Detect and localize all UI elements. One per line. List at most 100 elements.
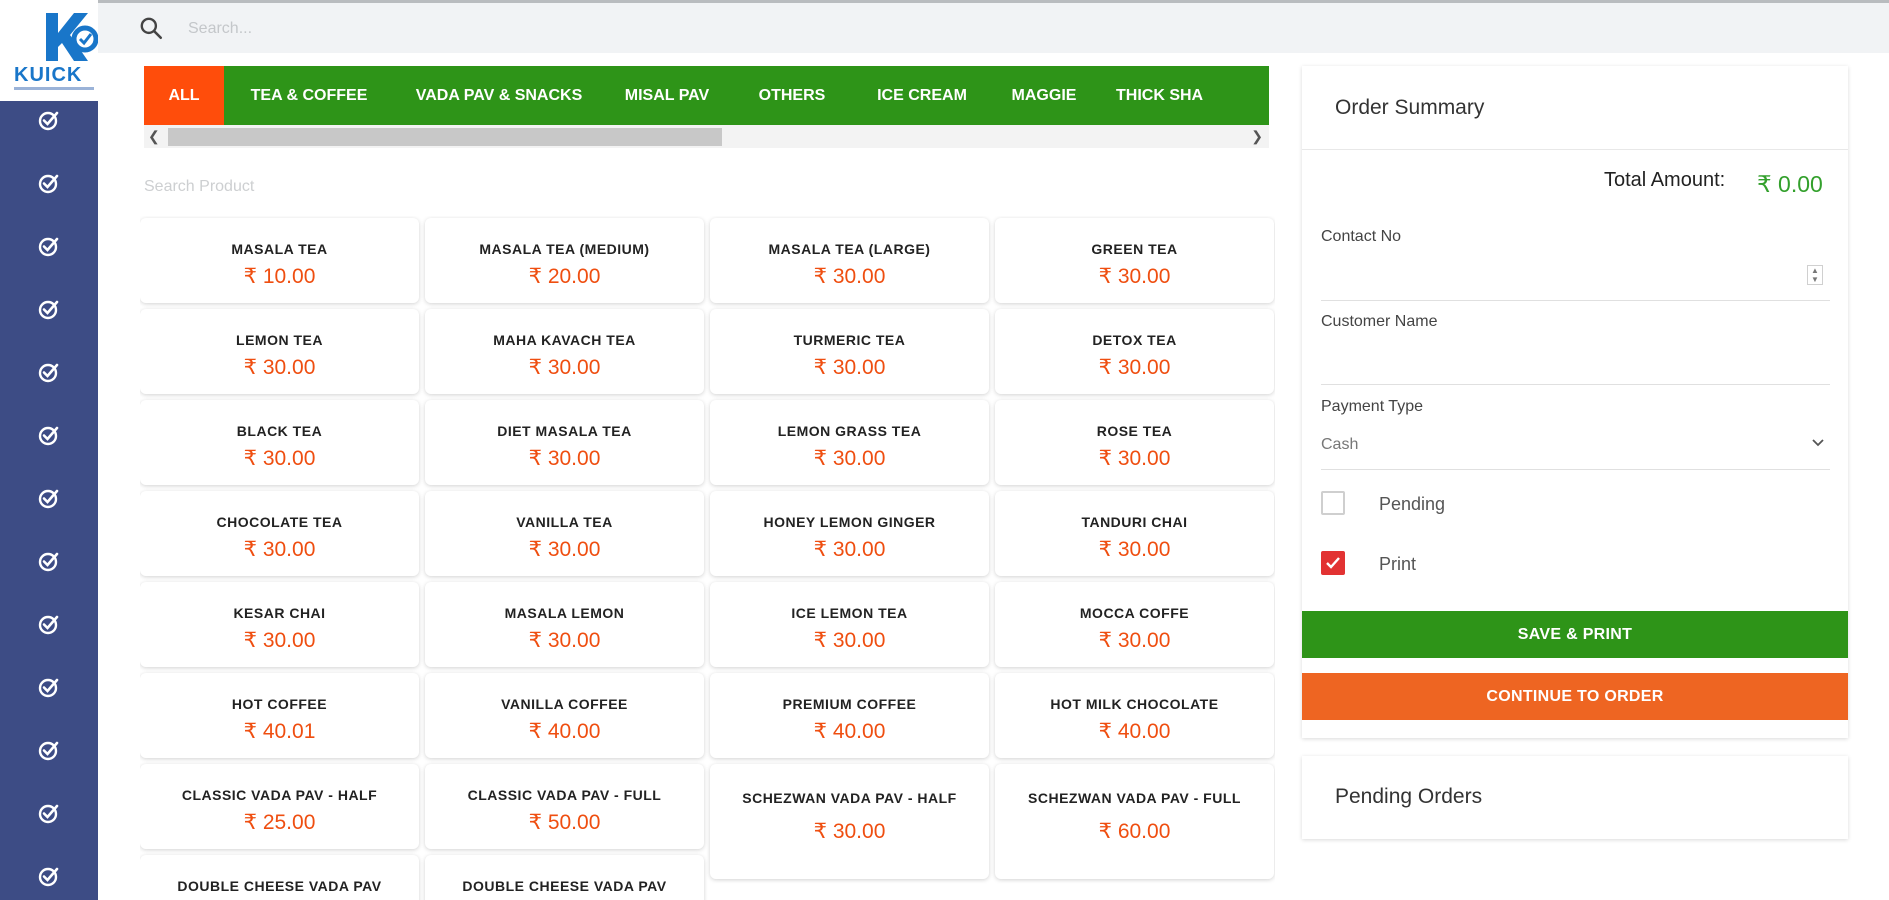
product-price: ₹ 30.00 bbox=[528, 538, 601, 561]
tab-vada-pav-snacks[interactable]: VADA PAV & SNACKS bbox=[394, 66, 604, 125]
tab-misal-pav[interactable]: MISAL PAV bbox=[604, 66, 730, 125]
product-price: ₹ 30.00 bbox=[1098, 265, 1171, 288]
product-price: ₹ 50.00 bbox=[528, 811, 601, 834]
checkmark-icon bbox=[1326, 557, 1340, 569]
product-name: DIET MASALA TEA bbox=[497, 423, 632, 439]
product-card[interactable]: LEMON TEA ₹ 30.00 bbox=[140, 309, 419, 394]
product-card[interactable]: HOT MILK CHOCOLATE ₹ 40.00 bbox=[995, 673, 1274, 758]
contact-no-stepper[interactable]: ▲ ▼ bbox=[1807, 265, 1823, 285]
product-price: ₹ 30.00 bbox=[243, 538, 316, 561]
tab-others[interactable]: OTHERS bbox=[730, 66, 854, 125]
chevron-down-icon[interactable] bbox=[1811, 436, 1825, 450]
product-card[interactable]: DOUBLE CHEESE VADA PAV bbox=[140, 855, 419, 900]
product-card[interactable]: TANDURI CHAI ₹ 30.00 bbox=[995, 491, 1274, 576]
product-name: LEMON GRASS TEA bbox=[777, 423, 922, 439]
product-name: HOT MILK CHOCOLATE bbox=[1050, 696, 1219, 712]
check-circle-icon[interactable] bbox=[36, 863, 62, 889]
product-card[interactable]: CLASSIC VADA PAV - HALF ₹ 25.00 bbox=[140, 764, 419, 849]
check-circle-icon[interactable] bbox=[36, 800, 62, 826]
product-name: GREEN TEA bbox=[1091, 241, 1178, 257]
product-price: ₹ 25.00 bbox=[243, 811, 316, 834]
check-circle-icon[interactable] bbox=[36, 233, 62, 259]
customer-name-input[interactable] bbox=[1321, 344, 1830, 374]
scroll-right-icon[interactable]: ❯ bbox=[1251, 128, 1263, 145]
tab-maggie[interactable]: MAGGIE bbox=[990, 66, 1098, 125]
product-card[interactable]: VANILLA COFFEE ₹ 40.00 bbox=[425, 673, 704, 758]
payment-type-label: Payment Type bbox=[1321, 398, 1423, 415]
product-price: ₹ 40.01 bbox=[243, 720, 316, 743]
check-circle-icon[interactable] bbox=[36, 359, 62, 385]
product-card[interactable]: MASALA TEA ₹ 10.00 bbox=[140, 218, 419, 303]
product-name: PREMIUM COFFEE bbox=[782, 696, 917, 712]
payment-type-select[interactable]: Cash bbox=[1321, 436, 1358, 454]
product-card[interactable]: BLACK TEA ₹ 30.00 bbox=[140, 400, 419, 485]
scrollbar-thumb[interactable] bbox=[168, 128, 722, 146]
product-card[interactable]: LEMON GRASS TEA ₹ 30.00 bbox=[710, 400, 989, 485]
product-search-input[interactable] bbox=[144, 172, 1264, 202]
product-card[interactable]: SCHEZWAN VADA PAV - FULL ₹ 60.00 bbox=[995, 764, 1274, 879]
product-card[interactable]: MAHA KAVACH TEA ₹ 30.00 bbox=[425, 309, 704, 394]
brand-logo[interactable]: KUICK bbox=[0, 0, 98, 101]
top-search-bar bbox=[98, 0, 1889, 53]
scroll-left-icon[interactable]: ❮ bbox=[148, 128, 160, 145]
product-card[interactable]: CHOCOLATE TEA ₹ 30.00 bbox=[140, 491, 419, 576]
tab-thick-sha[interactable]: THICK SHA bbox=[1098, 66, 1269, 125]
pending-checkbox[interactable] bbox=[1321, 491, 1345, 515]
tab-all[interactable]: ALL bbox=[144, 66, 224, 125]
product-card[interactable]: DOUBLE CHEESE VADA PAV bbox=[425, 855, 704, 900]
product-card[interactable]: SCHEZWAN VADA PAV - HALF ₹ 30.00 bbox=[710, 764, 989, 879]
check-circle-icon[interactable] bbox=[36, 485, 62, 511]
product-name: MASALA LEMON bbox=[504, 605, 625, 621]
product-card[interactable]: ICE LEMON TEA ₹ 30.00 bbox=[710, 582, 989, 667]
check-circle-icon[interactable] bbox=[36, 170, 62, 196]
pending-label: Pending bbox=[1379, 494, 1446, 514]
product-name: LEMON TEA bbox=[236, 332, 323, 348]
check-circle-icon[interactable] bbox=[36, 674, 62, 700]
product-card[interactable]: KESAR CHAI ₹ 30.00 bbox=[140, 582, 419, 667]
product-card[interactable]: PREMIUM COFFEE ₹ 40.00 bbox=[710, 673, 989, 758]
product-price: ₹ 30.00 bbox=[243, 447, 316, 470]
product-name: SCHEZWAN VADA PAV - FULL bbox=[1028, 790, 1241, 806]
product-card[interactable]: DIET MASALA TEA ₹ 30.00 bbox=[425, 400, 704, 485]
search-icon[interactable] bbox=[138, 15, 164, 41]
product-card[interactable]: CLASSIC VADA PAV - FULL ₹ 50.00 bbox=[425, 764, 704, 849]
product-card[interactable]: TURMERIC TEA ₹ 30.00 bbox=[710, 309, 989, 394]
product-card[interactable]: MASALA LEMON ₹ 30.00 bbox=[425, 582, 704, 667]
product-name: HOT COFFEE bbox=[231, 696, 328, 712]
product-price: ₹ 30.00 bbox=[1098, 447, 1171, 470]
category-tabs: ALL TEA & COFFEE VADA PAV & SNACKS MISAL PA… bbox=[144, 66, 1269, 125]
save-and-print-button[interactable]: SAVE & PRINT bbox=[1302, 611, 1848, 658]
product-price: ₹ 30.00 bbox=[528, 356, 601, 379]
product-price: ₹ 30.00 bbox=[813, 538, 886, 561]
product-card[interactable]: HOT COFFEE ₹ 40.01 bbox=[140, 673, 419, 758]
category-scrollbar[interactable]: ❮ ❯ bbox=[144, 125, 1269, 148]
product-price: ₹ 30.00 bbox=[1098, 629, 1171, 652]
contact-no-input[interactable] bbox=[1321, 260, 1801, 290]
continue-to-order-button[interactable]: CONTINUE TO ORDER bbox=[1302, 673, 1848, 720]
tab-ice-cream[interactable]: ICE CREAM bbox=[854, 66, 990, 125]
print-label: Print bbox=[1379, 554, 1417, 574]
check-circle-icon[interactable] bbox=[36, 107, 62, 133]
sidebar: KUICK bbox=[0, 0, 98, 900]
check-circle-icon[interactable] bbox=[36, 422, 62, 448]
product-card[interactable]: DETOX TEA ₹ 30.00 bbox=[995, 309, 1274, 394]
product-card[interactable]: MASALA TEA (MEDIUM) ₹ 20.00 bbox=[425, 218, 704, 303]
pending-orders-panel[interactable]: Pending Orders bbox=[1302, 756, 1848, 839]
product-card[interactable]: VANILLA TEA ₹ 30.00 bbox=[425, 491, 704, 576]
print-checkbox[interactable] bbox=[1321, 551, 1345, 575]
product-card[interactable]: ROSE TEA ₹ 30.00 bbox=[995, 400, 1274, 485]
global-search-input[interactable] bbox=[188, 13, 1088, 45]
tab-tea-coffee[interactable]: TEA & COFFEE bbox=[224, 66, 394, 125]
product-card[interactable]: MOCCA COFFE ₹ 30.00 bbox=[995, 582, 1274, 667]
check-circle-icon[interactable] bbox=[36, 296, 62, 322]
check-circle-icon[interactable] bbox=[36, 548, 62, 574]
product-card[interactable]: GREEN TEA ₹ 30.00 bbox=[995, 218, 1274, 303]
check-circle-icon[interactable] bbox=[36, 611, 62, 637]
check-circle-icon[interactable] bbox=[36, 737, 62, 763]
product-grid: MASALA TEA ₹ 10.00 MASALA TEA (MEDIUM) ₹ 20… bbox=[140, 216, 1275, 900]
product-card[interactable]: HONEY LEMON GINGER ₹ 30.00 bbox=[710, 491, 989, 576]
product-card[interactable]: MASALA TEA (LARGE) ₹ 30.00 bbox=[710, 218, 989, 303]
product-price: ₹ 30.00 bbox=[813, 265, 886, 288]
product-name: MASALA TEA (MEDIUM) bbox=[479, 241, 650, 257]
product-price: ₹ 40.00 bbox=[813, 720, 886, 743]
